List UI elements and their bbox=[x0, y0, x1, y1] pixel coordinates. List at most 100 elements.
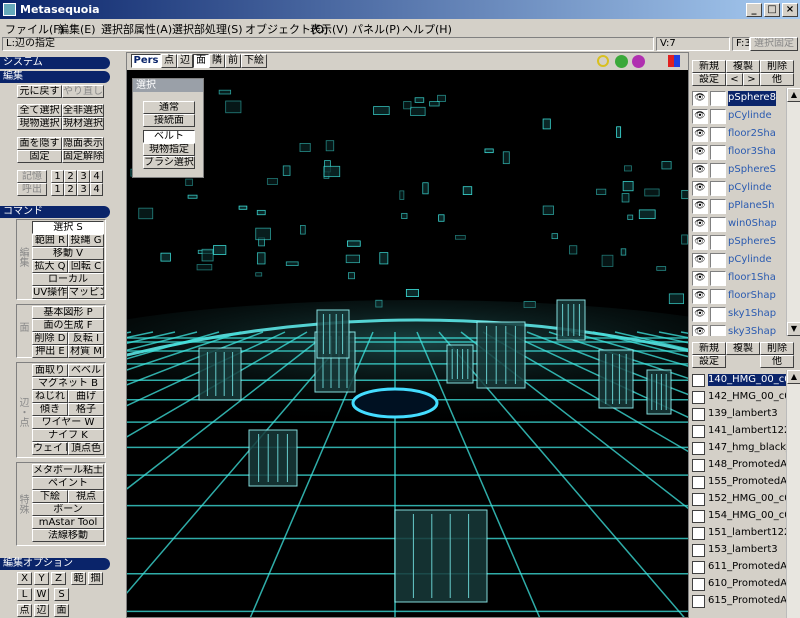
object-name[interactable]: floor1Sha bbox=[728, 271, 776, 286]
material-row[interactable]: 151_lambert122 bbox=[692, 525, 786, 543]
memory-slot-1[interactable]: 1 bbox=[51, 170, 64, 183]
lasso-tool-button[interactable]: 投縄 G bbox=[68, 234, 104, 247]
recall-slot-3[interactable]: 3 bbox=[77, 183, 90, 196]
face-generate-button[interactable]: 面の生成 F bbox=[32, 319, 104, 332]
deselect-all-button[interactable]: 全非選択 bbox=[62, 104, 104, 117]
material-name[interactable]: 139_lambert3 bbox=[708, 408, 786, 420]
perspective-toggle[interactable]: Pers bbox=[131, 54, 161, 68]
lock-toggle[interactable] bbox=[710, 199, 726, 214]
range-toggle[interactable]: 範 bbox=[71, 572, 86, 585]
object-name[interactable]: pSphereS bbox=[728, 235, 776, 250]
lock-toggle[interactable] bbox=[710, 91, 726, 106]
material-checkbox[interactable] bbox=[692, 527, 705, 540]
current-material-select-button[interactable]: 現材選択 bbox=[62, 117, 104, 130]
chamfer-button[interactable]: 面取り bbox=[32, 364, 68, 377]
object-row[interactable]: 👁 sky3Shap bbox=[690, 324, 786, 336]
command-header[interactable]: コマンド bbox=[0, 206, 110, 218]
menu-help[interactable]: ヘルプ(H) bbox=[402, 21, 452, 37]
memory-slot-3[interactable]: 3 bbox=[77, 170, 90, 183]
object-scrollbar[interactable]: ▲ ▼ bbox=[786, 88, 800, 336]
material-name[interactable]: 153_lambert3 bbox=[708, 544, 786, 556]
object-name[interactable]: sky1Shap bbox=[728, 307, 776, 322]
material-row[interactable]: 141_lambert122 bbox=[692, 423, 786, 441]
edit-options-header[interactable]: 編集オプション bbox=[0, 558, 110, 570]
material-checkbox[interactable] bbox=[692, 544, 705, 557]
axis-y-toggle[interactable]: Y bbox=[34, 572, 49, 585]
axis-x-toggle[interactable]: X bbox=[17, 572, 32, 585]
material-checkbox[interactable] bbox=[692, 476, 705, 489]
vertex-color-button[interactable]: 頂点色 bbox=[68, 442, 104, 455]
close-button[interactable]: × bbox=[782, 3, 798, 17]
screen-toggle[interactable]: S bbox=[54, 588, 69, 601]
menu-file[interactable]: ファイル(F) bbox=[5, 21, 64, 37]
selection-lock-button[interactable]: 選択固定 bbox=[750, 37, 798, 51]
material-settings-button[interactable]: 設定 bbox=[692, 355, 726, 368]
menu-panel[interactable]: パネル(P) bbox=[352, 21, 400, 37]
fix-button[interactable]: 固定 bbox=[17, 150, 62, 163]
select-normal-button[interactable]: 通常 bbox=[143, 101, 195, 114]
select-brush-button[interactable]: ブラシ選択 bbox=[143, 156, 195, 169]
material-name[interactable]: 151_lambert122 bbox=[708, 527, 786, 539]
visibility-eye-icon[interactable]: 👁 bbox=[692, 181, 708, 196]
object-row[interactable]: 👁 pSphereS bbox=[690, 162, 786, 180]
front-display-toggle[interactable]: 前 bbox=[225, 54, 241, 68]
object-row[interactable]: 👁 floor2Sha bbox=[690, 126, 786, 144]
edge-toggle[interactable]: 辺 bbox=[34, 604, 49, 617]
push-tool-button[interactable]: 押出 E bbox=[32, 345, 68, 358]
material-row[interactable]: 153_lambert3 bbox=[692, 542, 786, 560]
point-toggle[interactable]: 点 bbox=[17, 604, 32, 617]
underlay-display-toggle[interactable]: 下絵 bbox=[241, 54, 267, 68]
weight-button[interactable]: ウェイト bbox=[32, 442, 68, 455]
material-row[interactable]: 140_HMG_00_c00 bbox=[692, 372, 786, 390]
material-row[interactable]: 142_HMG_00_c00 bbox=[692, 389, 786, 407]
recall-slot-1[interactable]: 1 bbox=[51, 183, 64, 196]
recall-button[interactable]: 呼出 bbox=[17, 183, 47, 196]
menu-selection-attr[interactable]: 選択部属性(A) bbox=[101, 21, 172, 37]
menu-selection-process[interactable]: 選択部処理(S) bbox=[172, 21, 243, 37]
recall-slot-4[interactable]: 4 bbox=[90, 183, 103, 196]
object-row[interactable]: 👁 win0Shap bbox=[690, 216, 786, 234]
object-new-button[interactable]: 新規 bbox=[692, 60, 726, 73]
material-checkbox[interactable] bbox=[692, 459, 705, 472]
object-other-button[interactable]: 他 bbox=[760, 73, 794, 86]
visibility-eye-icon[interactable]: 👁 bbox=[692, 91, 708, 106]
lock-toggle[interactable] bbox=[710, 127, 726, 142]
bend-button[interactable]: 曲げ bbox=[68, 390, 104, 403]
menu-view[interactable]: 表示(V) bbox=[310, 21, 348, 37]
minimize-button[interactable]: _ bbox=[746, 3, 762, 17]
viewport-3d[interactable]: Pers 点 辺 面 隣 前 下絵 bbox=[126, 52, 689, 618]
basic-shape-button[interactable]: 基本図形 P bbox=[32, 306, 104, 319]
material-row[interactable]: 147_hmg_black_0 bbox=[692, 440, 786, 458]
visibility-eye-icon[interactable]: 👁 bbox=[692, 109, 708, 124]
material-row[interactable]: 139_lambert3 bbox=[692, 406, 786, 424]
material-row[interactable]: 610_PromotedAtt bbox=[692, 576, 786, 594]
object-prev-button[interactable]: < bbox=[726, 73, 743, 86]
material-checkbox[interactable] bbox=[692, 408, 705, 421]
material-checkbox[interactable] bbox=[692, 391, 705, 404]
hide-face-button[interactable]: 面を隠す bbox=[17, 137, 62, 150]
axis-z-toggle[interactable]: Z bbox=[51, 572, 66, 585]
lock-toggle[interactable] bbox=[710, 307, 726, 322]
mastar-tool-button[interactable]: mAstar Tool bbox=[32, 516, 104, 529]
material-name[interactable]: 148_PromotedAtt bbox=[708, 459, 786, 471]
object-copy-button[interactable]: 複製 bbox=[726, 60, 760, 73]
material-row[interactable]: 152_HMG_00_c00 bbox=[692, 491, 786, 509]
object-row[interactable]: 👁 floorShap bbox=[690, 288, 786, 306]
visibility-eye-icon[interactable]: 👁 bbox=[692, 145, 708, 160]
tilt-button[interactable]: 傾き bbox=[32, 403, 68, 416]
lock-toggle[interactable] bbox=[710, 217, 726, 232]
select-belt-button[interactable]: ベルト bbox=[143, 130, 195, 143]
hidden-display-toggle[interactable]: 隣 bbox=[209, 54, 225, 68]
material-delete-button[interactable]: 削除 bbox=[760, 342, 794, 355]
normal-move-button[interactable]: 法線移動 bbox=[32, 529, 104, 542]
show-hidden-button[interactable]: 隠面表示 bbox=[62, 137, 104, 150]
lock-toggle[interactable] bbox=[710, 325, 726, 336]
knife-button[interactable]: ナイフ K bbox=[32, 429, 104, 442]
flip-tool-button[interactable]: 反転 I bbox=[68, 332, 104, 345]
scroll-down-icon[interactable]: ▼ bbox=[787, 322, 800, 336]
material-name[interactable]: 147_hmg_black_0 bbox=[708, 442, 786, 454]
material-row[interactable]: 611_PromotedAtt bbox=[692, 559, 786, 577]
select-current-object-button[interactable]: 現物指定 bbox=[143, 143, 195, 156]
material-name[interactable]: 152_HMG_00_c00 bbox=[708, 493, 786, 505]
material-checkbox[interactable] bbox=[692, 510, 705, 523]
